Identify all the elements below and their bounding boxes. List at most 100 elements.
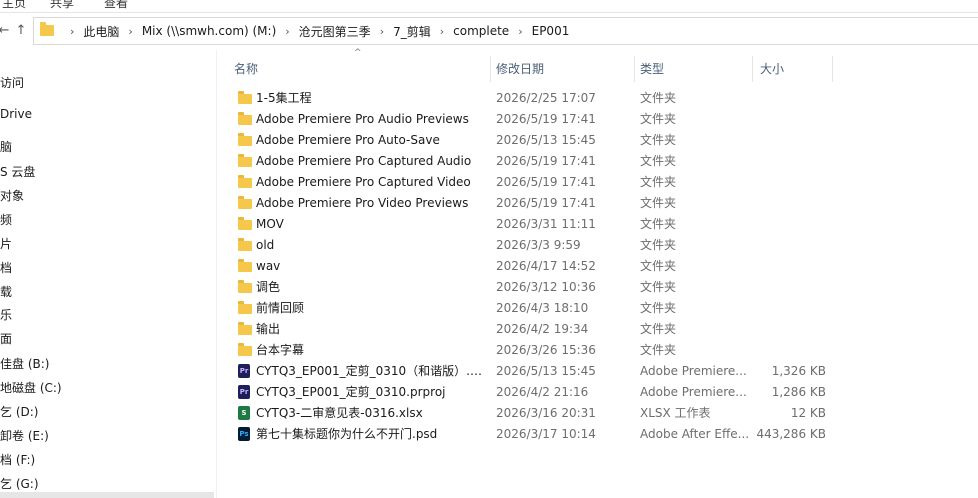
column-divider[interactable] bbox=[752, 56, 753, 82]
sidebar-item-drive-b[interactable]: 佳盘 (B:) bbox=[0, 355, 49, 372]
file-name: 调色 bbox=[256, 280, 281, 294]
folder-icon bbox=[238, 259, 252, 272]
file-row[interactable]: old 2026/3/3 9:59 文件夹 bbox=[232, 235, 972, 256]
file-name: CYTQ3_EP001_定剪_0310.prproj bbox=[256, 385, 446, 399]
breadcrumb-item[interactable]: 此电脑 bbox=[83, 23, 119, 40]
ribbon-tab-share[interactable]: 共享 bbox=[50, 0, 74, 11]
file-name: CYTQ3-二审意见表-0316.xlsx bbox=[256, 406, 423, 420]
chevron-right-icon[interactable]: › bbox=[518, 25, 522, 38]
breadcrumb-item[interactable]: 沧元图第三季 bbox=[299, 23, 371, 40]
file-row[interactable]: wav 2026/4/17 14:52 文件夹 bbox=[232, 256, 972, 277]
column-divider[interactable] bbox=[634, 56, 635, 82]
file-row[interactable]: 前情回顾 2026/4/3 18:10 文件夹 bbox=[232, 298, 972, 319]
sidebar-item-music[interactable]: 乐 bbox=[0, 306, 12, 323]
file-row[interactable]: 调色 2026/3/12 10:36 文件夹 bbox=[232, 277, 972, 298]
breadcrumb-item-current[interactable]: EP001 bbox=[532, 24, 570, 38]
sidebar-item-drive-c[interactable]: 地磁盘 (C:) bbox=[0, 379, 62, 396]
file-type: 文件夹 bbox=[640, 217, 677, 231]
ribbon-tab-view[interactable]: 查看 bbox=[104, 0, 128, 11]
folder-icon bbox=[40, 22, 54, 36]
file-date: 2026/5/19 17:41 bbox=[496, 175, 596, 189]
premiere-file-icon: Pr bbox=[238, 364, 250, 378]
column-divider[interactable] bbox=[832, 56, 833, 82]
file-row[interactable]: Adobe Premiere Pro Video Previews 2026/5/… bbox=[232, 193, 972, 214]
folder-icon bbox=[238, 112, 252, 125]
column-header-date[interactable]: 修改日期 bbox=[496, 56, 632, 82]
file-row[interactable]: MOV 2026/3/31 11:11 文件夹 bbox=[232, 214, 972, 235]
sidebar-item-drive-d[interactable]: 乞 (D:) bbox=[0, 403, 38, 420]
file-date: 2026/5/13 15:45 bbox=[496, 133, 596, 147]
sidebar-item-drive-e[interactable]: 卸卷 (E:) bbox=[0, 427, 49, 444]
breadcrumb-item[interactable]: complete bbox=[453, 24, 509, 38]
breadcrumb-item[interactable]: Mix (\\smwh.com) (M:) bbox=[142, 24, 276, 38]
folder-icon bbox=[238, 133, 252, 146]
sidebar-item-3d-objects[interactable]: 对象 bbox=[0, 187, 24, 204]
file-date: 2026/3/17 10:14 bbox=[496, 427, 596, 441]
file-date: 2026/5/13 15:45 bbox=[496, 364, 596, 378]
file-date: 2026/3/3 9:59 bbox=[496, 238, 581, 252]
chevron-right-icon[interactable]: › bbox=[70, 25, 74, 38]
file-row[interactable]: S CYTQ3-二审意见表-0316.xlsx 2026/3/16 20:31 XLS… bbox=[232, 403, 972, 424]
column-header-size[interactable]: 大小 bbox=[760, 56, 830, 82]
sidebar-item-drive-f[interactable]: 档 (F:) bbox=[0, 451, 35, 468]
chevron-right-icon[interactable]: › bbox=[380, 25, 384, 38]
chevron-right-icon[interactable]: › bbox=[440, 25, 444, 38]
file-name: MOV bbox=[256, 217, 284, 231]
file-date: 2026/5/19 17:41 bbox=[496, 154, 596, 168]
file-row[interactable]: 台本字幕 2026/3/26 15:36 文件夹 bbox=[232, 340, 972, 361]
sidebar-item-quick-access[interactable]: 访问 bbox=[0, 74, 24, 91]
file-name: Adobe Premiere Pro Captured Video bbox=[256, 175, 471, 189]
navigation-pane: 访问 Drive 脑 S 云盘 对象 频 片 档 载 乐 面 佳盘 (B:) 地… bbox=[0, 50, 214, 498]
file-date: 2026/3/26 15:36 bbox=[496, 343, 596, 357]
sidebar-item-onedrive[interactable]: Drive bbox=[0, 107, 32, 121]
file-row[interactable]: 1-5集工程 2026/2/25 17:07 文件夹 bbox=[232, 88, 972, 109]
pane-divider[interactable] bbox=[216, 50, 217, 498]
file-row[interactable]: Pr CYTQ3_EP001_定剪_0310（和谐版）.pr... 2026/5/1… bbox=[232, 361, 972, 382]
file-row[interactable]: 输出 2026/4/2 19:34 文件夹 bbox=[232, 319, 972, 340]
file-name: Adobe Premiere Pro Auto-Save bbox=[256, 133, 440, 147]
file-type: 文件夹 bbox=[640, 280, 677, 294]
file-date: 2026/3/16 20:31 bbox=[496, 406, 596, 420]
folder-icon bbox=[238, 175, 252, 188]
column-header-name[interactable]: 名称 bbox=[234, 56, 486, 82]
ribbon-tab-home[interactable]: 主页 bbox=[2, 0, 26, 11]
sidebar-item-documents[interactable]: 档 bbox=[0, 259, 12, 276]
column-header-type[interactable]: 类型 bbox=[640, 56, 748, 82]
file-size: 1,286 KB bbox=[771, 385, 826, 399]
file-type: 文件夹 bbox=[640, 259, 677, 273]
chevron-right-icon[interactable]: › bbox=[128, 25, 132, 38]
file-row[interactable]: Adobe Premiere Pro Audio Previews 2026/5/… bbox=[232, 109, 972, 130]
sidebar-item-drive-g[interactable]: 乞 (G:) bbox=[0, 475, 39, 492]
spreadsheet-file-icon: S bbox=[238, 406, 250, 420]
sidebar-item-videos[interactable]: 频 bbox=[0, 211, 12, 228]
file-type: 文件夹 bbox=[640, 91, 677, 105]
sidebar-item-desktop[interactable]: 面 bbox=[0, 330, 12, 347]
file-name: CYTQ3_EP001_定剪_0310（和谐版）.pr... bbox=[256, 364, 488, 378]
file-name: 输出 bbox=[256, 322, 281, 336]
file-name: wav bbox=[256, 259, 281, 273]
chevron-right-icon[interactable]: › bbox=[285, 25, 289, 38]
sidebar-item-pictures[interactable]: 片 bbox=[0, 235, 12, 252]
file-type: 文件夹 bbox=[640, 343, 677, 357]
file-type: Adobe Premiere... bbox=[640, 385, 747, 399]
column-divider[interactable] bbox=[490, 56, 491, 82]
file-row[interactable]: Pr CYTQ3_EP001_定剪_0310.prproj 2026/4/2 21:… bbox=[232, 382, 972, 403]
file-row[interactable]: Adobe Premiere Pro Captured Video 2026/5/… bbox=[232, 172, 972, 193]
horizontal-scrollbar[interactable] bbox=[0, 492, 214, 498]
file-date: 2026/2/25 17:07 bbox=[496, 91, 596, 105]
address-bar[interactable]: › 此电脑 › Mix (\\smwh.com) (M:) › 沧元图第三季 ›… bbox=[33, 17, 978, 45]
file-row[interactable]: Adobe Premiere Pro Auto-Save 2026/5/13 15… bbox=[232, 130, 972, 151]
sidebar-item-downloads[interactable]: 载 bbox=[0, 283, 12, 300]
sidebar-item-cloud-drive[interactable]: S 云盘 bbox=[0, 163, 35, 180]
sidebar-item-this-pc[interactable]: 脑 bbox=[0, 138, 12, 155]
folder-icon bbox=[238, 217, 252, 230]
up-arrow-icon[interactable]: ↑ bbox=[13, 23, 29, 39]
breadcrumb-item[interactable]: 7_剪辑 bbox=[393, 23, 431, 40]
file-name: Adobe Premiere Pro Audio Previews bbox=[256, 112, 469, 126]
file-type: 文件夹 bbox=[640, 154, 677, 168]
file-row[interactable]: Adobe Premiere Pro Captured Audio 2026/5/… bbox=[232, 151, 972, 172]
file-row[interactable]: Ps 第七十集标题你为什么不开门.psd 2026/3/17 10:14 Adobe … bbox=[232, 424, 972, 445]
file-list: 1-5集工程 2026/2/25 17:07 文件夹 Adobe Premiere P… bbox=[232, 88, 972, 445]
folder-icon bbox=[238, 238, 252, 251]
back-arrow-icon[interactable]: ← bbox=[0, 23, 12, 39]
